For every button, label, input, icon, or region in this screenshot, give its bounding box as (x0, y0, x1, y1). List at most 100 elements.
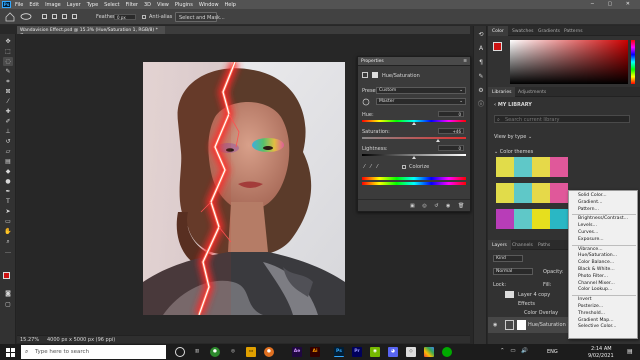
color-theme-swatch[interactable] (550, 183, 568, 203)
quick-mask-icon[interactable]: ◙ (3, 289, 13, 298)
clock-date[interactable]: 9/02/2021 (588, 353, 614, 359)
eye-icon[interactable]: ◉ (493, 322, 497, 328)
info-icon[interactable]: ⓘ (476, 100, 486, 109)
menu-item-color-balance[interactable]: Color Balance... (578, 260, 614, 265)
chrome-icon[interactable]: ● (210, 347, 220, 357)
layer-mask-thumbnail[interactable] (517, 320, 526, 330)
premiere-icon[interactable]: Pr (352, 347, 362, 357)
dodge-tool-icon[interactable]: ● (3, 177, 13, 186)
home-icon[interactable] (5, 12, 15, 22)
document-tab[interactable]: Wandavision Effect.psd @ 15.3% (Hue/Satu… (17, 26, 165, 38)
adjustment-layer-thumbnail[interactable] (505, 320, 514, 330)
menu-type[interactable]: Type (87, 2, 98, 8)
photoshop-taskbar-icon[interactable]: Ps (334, 347, 344, 357)
foreground-color-swatch[interactable] (3, 272, 10, 279)
menu-layer[interactable]: Layer (67, 2, 81, 8)
windows-start-icon[interactable] (6, 348, 15, 357)
discord-icon[interactable]: ◕ (388, 347, 398, 357)
clock-time[interactable]: 2:14 AM (591, 346, 612, 352)
color-theme-swatch[interactable] (550, 209, 568, 229)
menu-item-curves[interactable]: Curves... (578, 230, 598, 235)
firefox-icon[interactable]: ● (264, 347, 274, 357)
feather-input[interactable]: 0 px (114, 14, 136, 20)
menu-item-gradient[interactable]: Gradient... (578, 200, 602, 205)
shape-tool-icon[interactable]: ▭ (3, 217, 13, 226)
color-foreground-swatch[interactable] (493, 42, 502, 51)
steam-icon[interactable]: ◎ (228, 347, 238, 357)
xbox-icon[interactable] (442, 347, 452, 357)
color-theme-swatch[interactable] (496, 209, 514, 229)
hue-input[interactable]: 0 (438, 111, 464, 117)
character-icon[interactable]: A (476, 44, 486, 53)
color-theme-swatch[interactable] (550, 157, 568, 177)
paragraph-icon[interactable]: ¶ (476, 58, 486, 67)
color-themes-heading[interactable]: ⌄ Color themes (494, 149, 533, 155)
photos-icon[interactable] (424, 347, 434, 357)
menu-select[interactable]: Select (104, 2, 119, 8)
antialias-checkbox[interactable] (142, 15, 146, 19)
lasso-icon[interactable] (20, 13, 32, 21)
tab-channels[interactable]: Channels (508, 240, 537, 250)
document-info[interactable]: 4000 px x 5000 px (96 ppi) (47, 337, 115, 343)
library-search-input[interactable]: Search current library ⌕ (494, 115, 630, 123)
menu-item-solid-color[interactable]: Solid Color... (578, 193, 607, 198)
tab-paths[interactable]: Paths (534, 240, 554, 250)
cortana-icon[interactable] (175, 347, 185, 357)
subtract-selection-icon[interactable] (62, 14, 67, 19)
view-by-dropdown[interactable]: View by type ⌄ (494, 134, 532, 140)
adjust-panel-icon[interactable]: ⚙ (476, 86, 486, 95)
menu-image[interactable]: Image (45, 2, 61, 8)
color-theme-swatch[interactable] (532, 209, 550, 229)
taskbar-search-box[interactable]: ⌕ Type here to search (21, 345, 166, 359)
zoom-level[interactable]: 15.27% (20, 337, 39, 343)
gradient-tool-icon[interactable]: ▤ (3, 157, 13, 166)
menu-help[interactable]: Help (225, 2, 236, 8)
stamp-tool-icon[interactable]: ⊥ (3, 127, 13, 136)
menu-file[interactable]: File (15, 2, 23, 8)
menu-item-invert[interactable]: Invert (578, 297, 592, 302)
menu-filter[interactable]: Filter (126, 2, 138, 8)
color-theme-swatch[interactable] (496, 183, 514, 203)
color-theme-swatch[interactable] (514, 157, 532, 177)
mask-icon[interactable] (372, 72, 378, 78)
brush-tool-icon[interactable]: ✐ (3, 117, 13, 126)
menu-item-black-white[interactable]: Black & White... (578, 267, 615, 272)
menu-item-levels[interactable]: Levels... (578, 223, 597, 228)
color-theme-swatch[interactable] (496, 157, 514, 177)
color-theme-swatch[interactable] (514, 209, 532, 229)
path-select-icon[interactable]: ➤ (3, 207, 13, 216)
type-tool-icon[interactable]: T (3, 197, 13, 206)
lasso-tool-icon[interactable]: ◌ (3, 57, 13, 66)
zoom-tool-icon[interactable]: ⌕ (3, 237, 13, 246)
menu-3d[interactable]: 3D (144, 2, 151, 8)
tab-color[interactable]: Color (488, 26, 508, 36)
layer-name[interactable]: Layer 4 copy (518, 292, 550, 298)
hand-adjust-icon[interactable] (362, 98, 370, 106)
menu-window[interactable]: Window (199, 2, 219, 8)
document-image[interactable] (143, 62, 345, 315)
tab-adjustments[interactable]: Adjustments (514, 87, 550, 97)
color-theme-swatch[interactable] (514, 183, 532, 203)
select-and-mask-button[interactable]: Select and Mask... (175, 12, 225, 22)
menu-item-pattern[interactable]: Pattern... (578, 207, 599, 212)
blur-tool-icon[interactable]: ◆ (3, 167, 13, 176)
language-indicator[interactable]: ENG (547, 349, 558, 355)
tab-patterns[interactable]: Patterns (560, 26, 587, 36)
system-tray-icons[interactable]: ⌃ ▭ 🔊 (500, 348, 530, 354)
window-controls[interactable]: ─ ▢ ✕ (591, 1, 636, 7)
layer-effects-label[interactable]: Effects (518, 301, 535, 307)
panel-menu-icon[interactable]: ≡ (463, 59, 467, 64)
footer-icons[interactable]: ▣ ◎ ↺ ◉ 🗑 (410, 203, 467, 209)
add-selection-icon[interactable] (52, 14, 57, 19)
menu-item-vibrance[interactable]: Vibrance... (578, 247, 603, 252)
saturation-input[interactable]: +46 (438, 128, 464, 134)
healing-tool-icon[interactable]: ✚ (3, 107, 13, 116)
channel-dropdown[interactable]: Master ⌄ (376, 98, 466, 105)
quick-select-tool-icon[interactable]: ✎ (3, 67, 13, 76)
color-theme-swatch[interactable] (532, 157, 550, 177)
history-icon[interactable]: ⟲ (476, 30, 486, 39)
illustrator-icon[interactable]: Ai (310, 347, 320, 357)
menu-item-gradient-map[interactable]: Gradient Map... (578, 318, 614, 323)
saturation-slider[interactable] (362, 137, 466, 139)
menu-plugins[interactable]: Plugins (175, 2, 193, 8)
